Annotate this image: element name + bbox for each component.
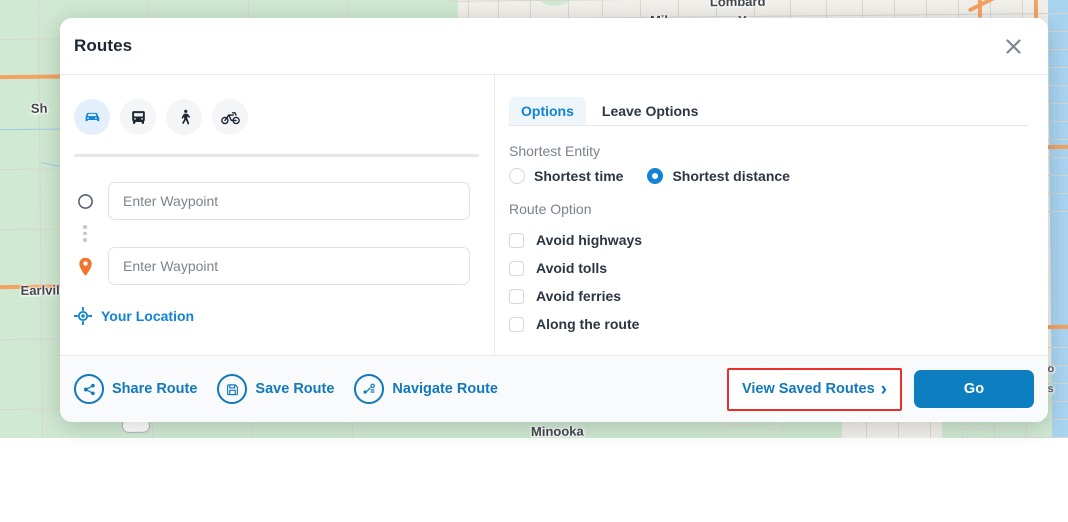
waypoint-destination-input[interactable]: [108, 247, 470, 285]
dialog-footer: Share Route Save Route Navigate Route Vi…: [60, 355, 1048, 422]
bicycle-icon: [220, 107, 241, 128]
route-options-panel: Options Leave Options Shortest Entity Sh…: [495, 75, 1048, 355]
share-route-label: Share Route: [112, 381, 198, 397]
tab-leave-options[interactable]: Leave Options: [590, 97, 710, 125]
map-label: Earlvil: [20, 282, 60, 298]
chevron-right-icon: ›: [880, 378, 887, 400]
map-label: Sh: [30, 100, 48, 116]
map-label: Minooka: [530, 423, 584, 438]
close-icon[interactable]: [1000, 33, 1026, 59]
waypoint-connector: [74, 224, 96, 243]
route-icon: [354, 374, 385, 404]
radio-shortest-distance[interactable]: Shortest distance: [647, 168, 790, 184]
dialog-header: Routes: [60, 18, 1048, 75]
bus-icon: [129, 108, 148, 127]
waypoint-origin-row: [74, 182, 470, 220]
checkbox-label: Along the route: [536, 316, 640, 332]
options-tabs: Options Leave Options: [509, 97, 1028, 125]
waypoint-destination-row: [74, 247, 470, 285]
map-pin-icon: [74, 257, 96, 276]
checkbox-indicator: [509, 260, 524, 276]
checkbox-avoid-ferries[interactable]: Avoid ferries: [509, 282, 1028, 310]
footer-right-actions: View Saved Routes › Go: [726, 367, 1034, 411]
route-input-panel: Your Location: [60, 75, 495, 355]
radio-label: Shortest time: [534, 168, 624, 184]
radio-shortest-time[interactable]: Shortest time: [509, 168, 623, 184]
navigate-route-button[interactable]: Navigate Route: [354, 374, 498, 404]
checkbox-avoid-tolls[interactable]: Avoid tolls: [509, 254, 1028, 282]
map-label: Lombard: [709, 0, 766, 10]
dialog-body: Your Location Options Leave Options Shor…: [60, 75, 1048, 355]
tabs-divider: [509, 125, 1028, 126]
checkbox-along-the-route[interactable]: Along the route: [509, 310, 1028, 338]
travel-mode-group: [74, 99, 470, 135]
map-label: s: [1047, 383, 1054, 396]
view-saved-routes-label: View Saved Routes: [741, 381, 875, 397]
radio-indicator-selected: [647, 168, 664, 184]
shortest-entity-label: Shortest Entity: [509, 143, 601, 159]
radio-label: Shortest distance: [672, 168, 790, 184]
share-route-button[interactable]: Share Route: [74, 374, 197, 404]
travel-mode-walk[interactable]: [166, 99, 202, 135]
go-button[interactable]: Go: [914, 370, 1034, 408]
checkbox-avoid-highways[interactable]: Avoid highways: [509, 226, 1028, 254]
car-icon: [82, 107, 102, 127]
checkbox-indicator: [509, 232, 524, 248]
navigate-route-label: Navigate Route: [392, 381, 498, 397]
shortest-entity-group: Shortest time Shortest distance: [509, 168, 1028, 184]
floppy-disk-icon: [217, 374, 248, 404]
checkbox-label: Avoid highways: [536, 232, 643, 248]
divider: [74, 154, 479, 157]
map-block: [721, 423, 785, 438]
save-route-button[interactable]: Save Route: [217, 374, 334, 404]
travel-mode-car[interactable]: [74, 99, 110, 135]
tab-options[interactable]: Options: [509, 97, 586, 125]
share-icon: [74, 374, 104, 404]
footer-actions: Share Route Save Route Navigate Route: [74, 374, 498, 404]
view-saved-routes-highlight: View Saved Routes ›: [726, 367, 902, 411]
save-route-label: Save Route: [255, 381, 335, 397]
your-location-label: Your Location: [101, 308, 195, 324]
checkbox-indicator: [509, 316, 524, 332]
radio-indicator: [509, 168, 525, 184]
walk-icon: [175, 108, 194, 127]
map-label: o: [1047, 363, 1055, 376]
checkbox-indicator: [509, 288, 524, 304]
your-location-button[interactable]: Your Location: [74, 307, 470, 325]
checkbox-label: Avoid tolls: [536, 260, 608, 276]
waypoint-origin-input[interactable]: [108, 182, 470, 220]
route-option-label: Route Option: [509, 201, 592, 217]
waypoints-group: [74, 182, 470, 285]
travel-mode-bike[interactable]: [212, 99, 248, 135]
travel-mode-bus[interactable]: [120, 99, 156, 135]
crosshair-icon: [74, 307, 92, 325]
routes-dialog: Routes Enter Waypoint Enter Waypoint You…: [60, 18, 1048, 422]
route-option-group: Avoid highways Avoid tolls Avoid ferries…: [509, 226, 1028, 338]
checkbox-label: Avoid ferries: [536, 288, 622, 304]
page-title: Routes: [74, 36, 133, 55]
screen: I 6 Lombard Mil... Yo... Sh Earlvil Mino…: [0, 0, 1068, 522]
view-saved-routes-button[interactable]: View Saved Routes ›: [742, 380, 887, 399]
circle-origin-icon: [74, 193, 96, 210]
